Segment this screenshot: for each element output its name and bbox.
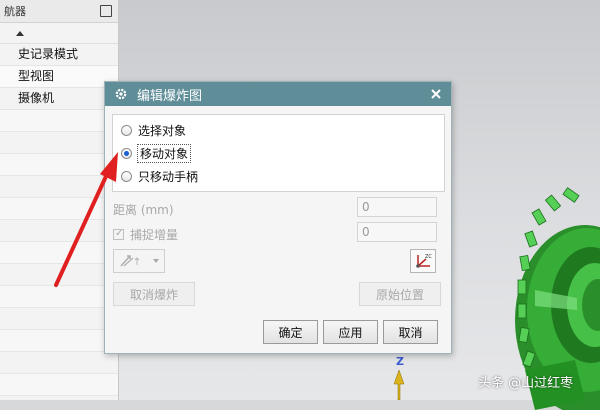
maximize-icon[interactable]: [100, 5, 112, 17]
radio-label: 只移动手柄: [138, 169, 199, 184]
cancel-button[interactable]: 取消: [383, 320, 438, 344]
radio-label: 移动对象: [136, 143, 192, 163]
mode-option-group: 选择对象 移动对象 只移动手柄: [112, 114, 445, 192]
distance-input[interactable]: [357, 197, 437, 217]
watermark-text: 头条 @山过红枣: [478, 376, 574, 391]
nav-item-cameras[interactable]: 摄像机: [0, 88, 118, 110]
snap-increment-row[interactable]: ✓ 捕捉增量: [113, 226, 178, 243]
navigator-title: 航器: [4, 5, 26, 18]
z-axis-arrow-icon: [394, 370, 404, 400]
snap-checkbox[interactable]: ✓: [113, 228, 124, 240]
distance-label: 距离 (mm): [113, 203, 174, 217]
radio-move-objects[interactable]: 移动对象: [121, 143, 192, 163]
snap-increment-input[interactable]: [357, 222, 437, 242]
navigator-header: 航器: [0, 0, 118, 23]
nav-item-model-views[interactable]: 型视图: [0, 66, 118, 88]
radio-button[interactable]: [121, 124, 132, 136]
original-position-button[interactable]: 原始位置: [359, 282, 441, 306]
radio-label: 选择对象: [138, 123, 187, 138]
cancel-explosion-button[interactable]: 取消爆炸: [113, 282, 195, 306]
vector-direction-select[interactable]: [113, 249, 165, 273]
edit-explosion-dialog: 编辑爆炸图 选择对象 移动对象 只移动手柄 距离 (mm) ✓ 捕捉增量: [104, 81, 452, 354]
svg-text:ZC: ZC: [425, 254, 432, 260]
close-icon[interactable]: [429, 87, 443, 101]
dialog-title: 编辑爆炸图: [137, 88, 203, 104]
checkmark-icon: ✓: [115, 228, 124, 239]
collapse-up-icon[interactable]: [16, 30, 24, 36]
apply-button[interactable]: 应用: [323, 320, 378, 344]
chevron-down-icon[interactable]: [153, 259, 159, 263]
radio-select-objects[interactable]: 选择对象: [121, 120, 186, 140]
radio-button[interactable]: [121, 170, 132, 182]
radio-button-selected[interactable]: [121, 147, 132, 159]
snap-label: 捕捉增量: [130, 228, 179, 242]
vector-arrow-icon: [120, 255, 140, 267]
radio-move-handles-only[interactable]: 只移动手柄: [121, 166, 198, 186]
navigator-empty-rows: [0, 110, 118, 396]
ok-button[interactable]: 确定: [263, 320, 318, 344]
navigator-collapse-row[interactable]: [0, 23, 118, 44]
gear-icon[interactable]: [113, 86, 129, 102]
z-axis-label: Z: [396, 355, 404, 368]
dialog-titlebar[interactable]: 编辑爆炸图: [105, 82, 451, 106]
coordinate-system-icon: ZC: [416, 254, 432, 268]
csys-dialog-button[interactable]: ZC: [410, 249, 436, 273]
navigator-panel: 航器 史记录模式 型视图 摄像机: [0, 0, 119, 400]
nav-item-history-mode[interactable]: 史记录模式: [0, 44, 118, 66]
